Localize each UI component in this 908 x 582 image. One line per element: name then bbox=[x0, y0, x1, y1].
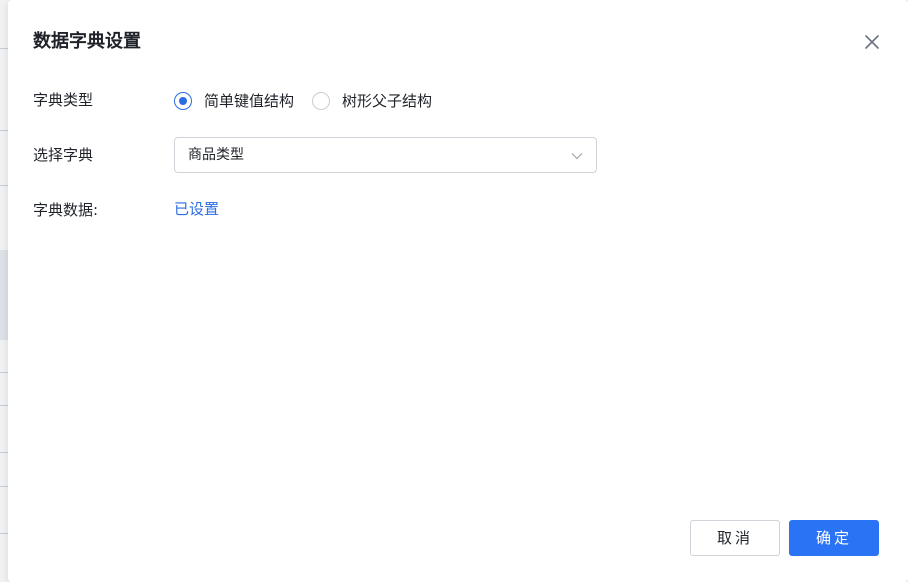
ok-button[interactable]: 确定 bbox=[789, 520, 879, 556]
radio-unchecked-icon bbox=[312, 92, 331, 110]
backdrop-divider bbox=[0, 405, 8, 406]
select-dict-label: 选择字典 bbox=[33, 146, 94, 164]
dialog-title: 数据字典设置 bbox=[33, 31, 141, 52]
radio-label: 树形父子结构 bbox=[342, 92, 433, 110]
cancel-button[interactable]: 取消 bbox=[690, 520, 780, 556]
radio-tree-parent-child[interactable]: 树形父子结构 bbox=[312, 91, 432, 111]
backdrop-divider bbox=[0, 533, 8, 534]
dict-type-radio-group: 简单键值结构 树形父子结构 bbox=[174, 89, 450, 113]
close-icon bbox=[865, 35, 879, 49]
dict-type-label: 字典类型 bbox=[33, 91, 94, 109]
backdrop-divider bbox=[0, 486, 8, 487]
dict-select-value: 商品类型 bbox=[188, 147, 244, 163]
radio-label: 简单键值结构 bbox=[204, 92, 295, 110]
backdrop-divider bbox=[0, 130, 8, 131]
close-button[interactable] bbox=[860, 30, 884, 54]
dict-select[interactable]: 商品类型 bbox=[174, 137, 597, 173]
dictionary-settings-dialog: 数据字典设置 字典类型 简单键值结构 树形父子结构 选择字典 商品类型 字典数据… bbox=[8, 0, 908, 582]
backdrop-panel bbox=[0, 250, 8, 340]
radio-dot bbox=[179, 97, 187, 105]
radio-simple-key-value[interactable]: 简单键值结构 bbox=[174, 91, 294, 111]
dict-data-configured-link[interactable]: 已设置 bbox=[174, 199, 219, 219]
backdrop-divider bbox=[0, 372, 8, 373]
backdrop-divider bbox=[0, 48, 8, 49]
backdrop-divider bbox=[0, 185, 8, 186]
dict-data-label: 字典数据: bbox=[33, 201, 99, 219]
backdrop-divider bbox=[0, 452, 8, 453]
chevron-down-icon bbox=[571, 153, 583, 160]
radio-checked-icon bbox=[174, 92, 192, 110]
